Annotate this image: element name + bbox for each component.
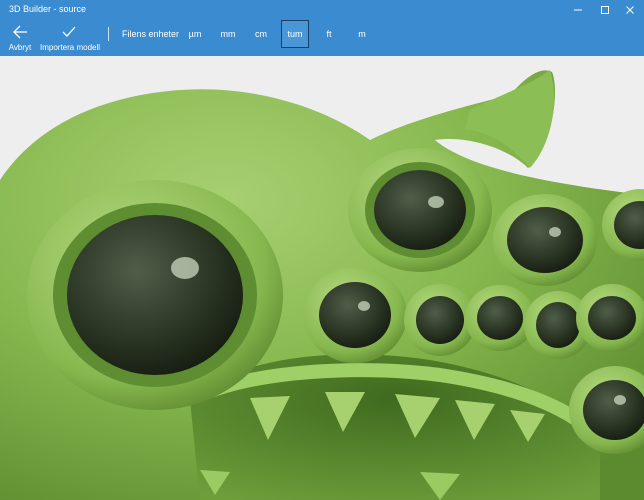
unit-cm-button[interactable]: cm <box>247 20 275 48</box>
cancel-label: Avbryt <box>8 43 32 52</box>
checkmark-icon <box>62 26 76 37</box>
arrow-left-icon <box>13 25 27 39</box>
close-button[interactable] <box>617 0 643 20</box>
model-render <box>0 70 644 500</box>
minimize-button[interactable] <box>565 0 591 20</box>
maximize-button[interactable] <box>592 0 618 20</box>
maximize-icon <box>601 6 609 14</box>
toolbar-divider <box>108 27 109 41</box>
close-icon <box>626 6 634 14</box>
unit-mm-button[interactable]: mm <box>214 20 242 48</box>
toolbar: Avbryt Importera modell Filens enheter µ… <box>0 20 644 56</box>
model-viewport[interactable] <box>0 56 644 500</box>
cancel-button[interactable]: Avbryt <box>2 20 38 56</box>
unit-inch-button[interactable]: tum <box>281 20 309 48</box>
unit-ft-button[interactable]: ft <box>315 20 343 48</box>
unit-um-button[interactable]: µm <box>181 20 209 48</box>
window-title: 3D Builder - source <box>9 4 87 14</box>
import-label: Importera modell <box>40 43 101 52</box>
unit-m-button[interactable]: m <box>348 20 376 48</box>
file-units-label: Filens enheter <box>122 29 180 39</box>
minimize-icon <box>574 9 582 11</box>
title-bar: 3D Builder - source <box>0 0 644 20</box>
import-model-button[interactable]: Importera modell <box>40 20 101 56</box>
